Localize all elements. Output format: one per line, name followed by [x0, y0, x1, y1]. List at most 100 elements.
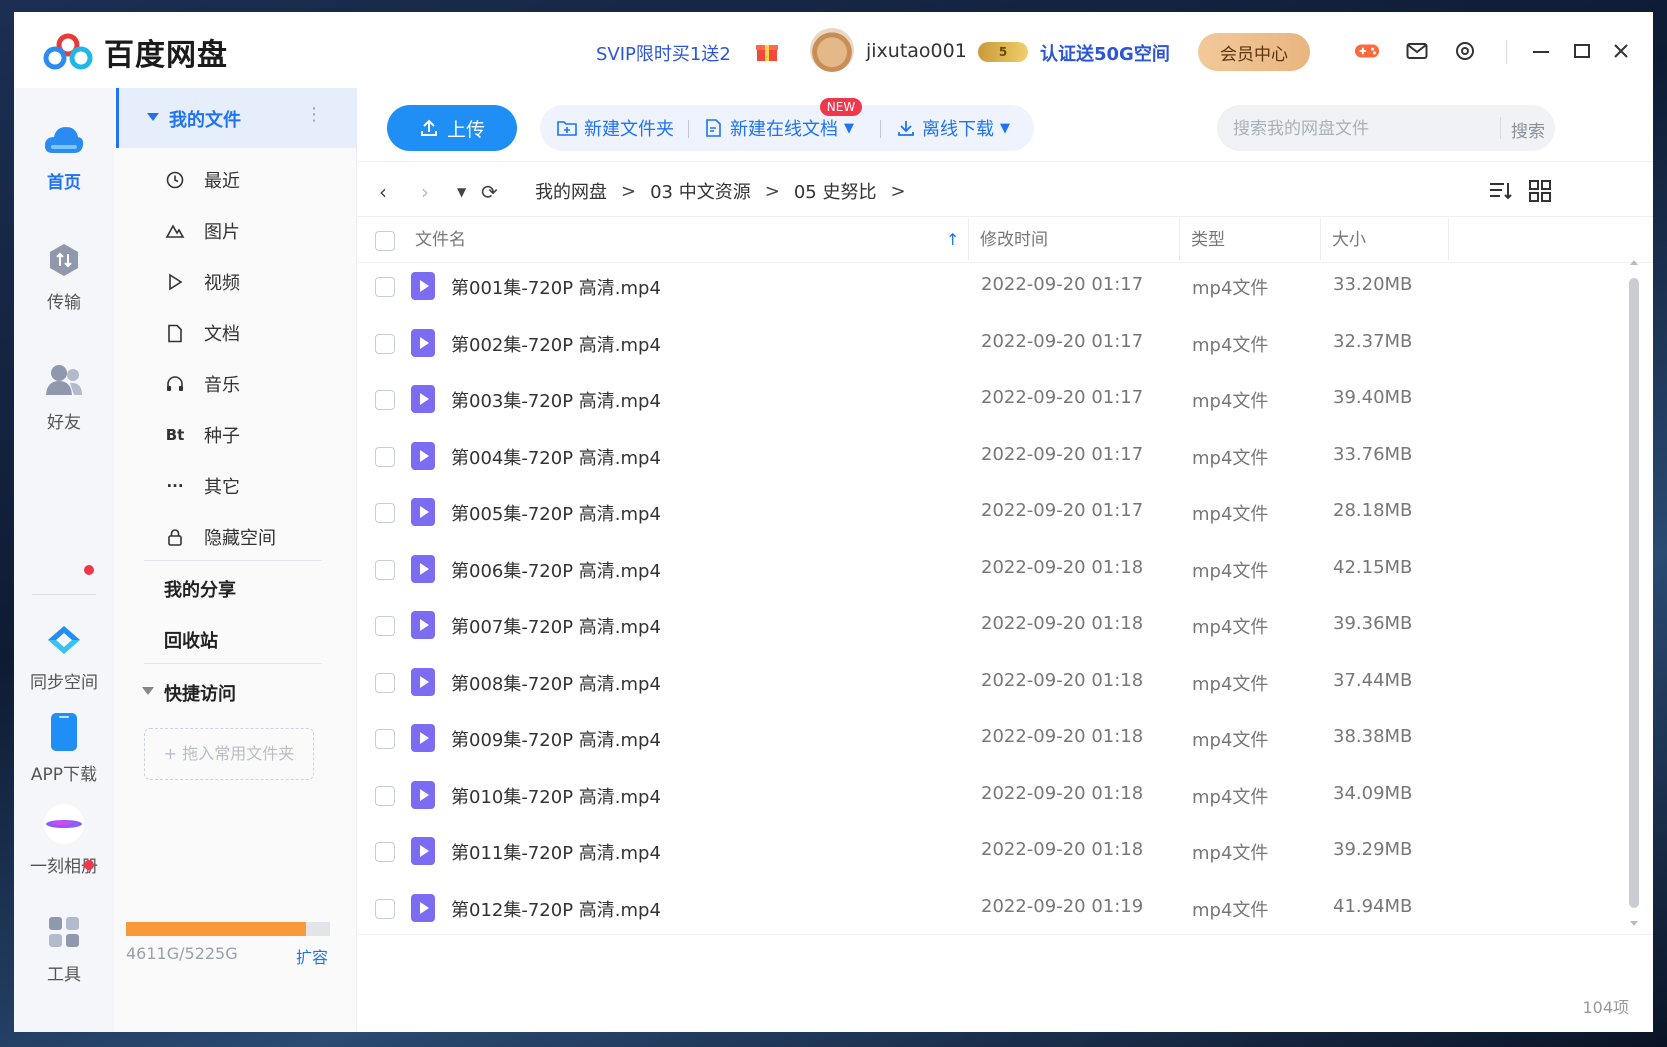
column-header-modified[interactable]: 修改时间 [980, 218, 1048, 262]
forward-arrow-icon[interactable]: › [421, 180, 429, 204]
scrollbar-thumb[interactable] [1629, 278, 1639, 908]
table-row[interactable]: 第002集-720P 高清.mp4 2022-09-20 01:17 mp4文件 32… [357, 315, 1537, 371]
settings-gear-icon[interactable] [1452, 38, 1478, 64]
game-icon[interactable] [1354, 38, 1380, 64]
history-dropdown-icon[interactable]: ▼ [457, 185, 466, 199]
row-checkbox[interactable] [375, 842, 395, 862]
column-header-name[interactable]: 文件名 [415, 218, 466, 262]
select-all-checkbox[interactable] [375, 231, 395, 251]
file-name[interactable]: 第012集-720P 高清.mp4 [451, 896, 661, 922]
scroll-down-icon[interactable] [1629, 920, 1639, 928]
minimize-icon[interactable] [1528, 38, 1554, 64]
row-checkbox[interactable] [375, 559, 395, 580]
table-row[interactable]: 第012集-720P 高清.mp4 2022-09-20 01:19 mp4文件 41… [357, 880, 1537, 936]
row-checkbox[interactable] [375, 390, 395, 410]
back-arrow-icon[interactable]: ‹ [379, 180, 387, 204]
my-share-link[interactable]: 我的分享 [164, 576, 236, 602]
maximize-icon[interactable] [1569, 38, 1595, 64]
nav-tools[interactable]: 工具 [14, 910, 114, 985]
sort-icon[interactable] [1488, 178, 1514, 204]
username[interactable]: jixutao001 [866, 40, 967, 62]
file-type: mp4文件 [1192, 899, 1269, 921]
file-name[interactable]: 第011集-720P 高清.mp4 [451, 839, 661, 865]
table-row[interactable]: 第001集-720P 高清.mp4 2022-09-20 01:17 mp4文件 33… [357, 258, 1537, 314]
table-row[interactable]: 第007集-720P 高清.mp4 2022-09-20 01:18 mp4文件 39… [357, 597, 1537, 653]
table-row[interactable]: 第003集-720P 高清.mp4 2022-09-20 01:17 mp4文件 39… [357, 371, 1537, 427]
breadcrumb-item[interactable]: 03 中文资源 [650, 178, 751, 204]
side-item-hidden-space[interactable]: 隐藏空间 [164, 522, 276, 552]
scrollbar[interactable] [1629, 258, 1639, 928]
table-row[interactable]: 第006集-720P 高清.mp4 2022-09-20 01:18 mp4文件 42… [357, 541, 1537, 597]
gift-icon[interactable] [755, 40, 779, 62]
nav-app-download[interactable]: APP下载 [14, 710, 114, 785]
offline-download-button[interactable]: 离线下载 ▼ [896, 105, 1010, 151]
file-name[interactable]: 第006集-720P 高清.mp4 [451, 557, 661, 583]
row-checkbox[interactable] [375, 503, 395, 523]
svip-promo-link[interactable]: SVIP限时买1送2 [596, 40, 731, 66]
recycle-bin-link[interactable]: 回收站 [164, 627, 218, 653]
sort-ascending-icon[interactable]: ↑ [946, 218, 959, 262]
column-header-size[interactable]: 大小 [1332, 218, 1366, 262]
quick-access-label[interactable]: 快捷访问 [164, 680, 236, 706]
side-item-documents[interactable]: 文档 [164, 318, 240, 348]
breadcrumb-item[interactable]: 我的网盘 [535, 178, 607, 204]
chevron-down-icon[interactable]: ▼ [844, 121, 854, 136]
table-row[interactable]: 第005集-720P 高清.mp4 2022-09-20 01:17 mp4文件 28… [357, 484, 1537, 540]
new-folder-button[interactable]: 新建文件夹 [556, 105, 674, 151]
user-avatar[interactable] [810, 28, 854, 72]
grid-view-icon[interactable] [1527, 178, 1553, 204]
file-name[interactable]: 第004集-720P 高清.mp4 [451, 444, 661, 470]
file-name[interactable]: 第003集-720P 高清.mp4 [451, 387, 661, 413]
file-name[interactable]: 第008集-720P 高清.mp4 [451, 670, 661, 696]
side-item-others[interactable]: ··· 其它 [164, 471, 240, 501]
nav-transfer[interactable]: 传输 [14, 238, 114, 313]
my-files-header[interactable]: 我的文件 ⋮ [116, 88, 359, 148]
side-item-videos[interactable]: 视频 [164, 267, 240, 297]
nav-friends[interactable]: 好友 [14, 358, 114, 433]
side-item-torrents[interactable]: Bt 种子 [164, 420, 240, 450]
file-name[interactable]: 第007集-720P 高清.mp4 [451, 613, 661, 639]
vip-level-badge[interactable]: 5 [978, 42, 1028, 62]
quick-access-drop-zone[interactable]: + 拖入常用文件夹 [144, 728, 314, 780]
row-checkbox[interactable] [375, 277, 395, 297]
column-header-type[interactable]: 类型 [1191, 218, 1225, 262]
search-button[interactable]: 搜索 [1511, 117, 1545, 142]
member-center-button[interactable]: 会员中心 [1198, 33, 1310, 71]
row-checkbox[interactable] [375, 785, 395, 806]
file-name[interactable]: 第009集-720P 高清.mp4 [451, 726, 661, 752]
refresh-icon[interactable]: ⟳ [481, 180, 498, 204]
row-checkbox[interactable] [375, 729, 395, 749]
nav-sync-space[interactable]: 同步空间 [14, 618, 114, 693]
action-divider [880, 120, 881, 138]
file-name[interactable]: 第002集-720P 高清.mp4 [451, 331, 661, 357]
nav-album[interactable]: 一刻相册 [14, 802, 114, 877]
table-row[interactable]: 第010集-720P 高清.mp4 2022-09-20 01:18 mp4文件 34… [357, 767, 1537, 823]
close-icon[interactable] [1608, 38, 1634, 64]
quick-access-triangle-icon[interactable] [142, 687, 154, 695]
more-options-icon[interactable]: ⋮ [305, 104, 323, 125]
expand-storage-link[interactable]: 扩容 [296, 944, 328, 968]
row-checkbox[interactable] [375, 616, 395, 636]
table-row[interactable]: 第004集-720P 高清.mp4 2022-09-20 01:17 mp4文件 33… [357, 428, 1537, 484]
nav-home[interactable]: 首页 [14, 118, 114, 193]
certification-link[interactable]: 认证送50G空间 [1040, 40, 1170, 66]
row-checkbox[interactable] [375, 446, 395, 467]
row-checkbox[interactable] [375, 672, 395, 693]
side-item-recent[interactable]: 最近 [164, 165, 240, 195]
row-checkbox[interactable] [375, 333, 395, 354]
file-name[interactable]: 第010集-720P 高清.mp4 [451, 783, 661, 809]
table-row[interactable]: 第008集-720P 高清.mp4 2022-09-20 01:18 mp4文件 37… [357, 654, 1537, 710]
table-row[interactable]: 第011集-720P 高清.mp4 2022-09-20 01:18 mp4文件 39… [357, 823, 1537, 879]
breadcrumb-item[interactable]: 05 史努比 [794, 178, 877, 204]
upload-button[interactable]: 上传 [387, 105, 517, 151]
scroll-up-icon[interactable] [1629, 258, 1639, 266]
file-name[interactable]: 第005集-720P 高清.mp4 [451, 500, 661, 526]
row-checkbox[interactable] [375, 898, 395, 919]
file-name[interactable]: 第001集-720P 高清.mp4 [451, 274, 661, 300]
chevron-down-icon[interactable]: ▼ [1000, 121, 1010, 136]
search-input[interactable] [1231, 105, 1495, 153]
side-item-music[interactable]: 音乐 [164, 369, 240, 399]
side-item-images[interactable]: 图片 [164, 216, 240, 246]
table-row[interactable]: 第009集-720P 高清.mp4 2022-09-20 01:18 mp4文件 38… [357, 710, 1537, 766]
mail-icon[interactable] [1404, 38, 1430, 64]
